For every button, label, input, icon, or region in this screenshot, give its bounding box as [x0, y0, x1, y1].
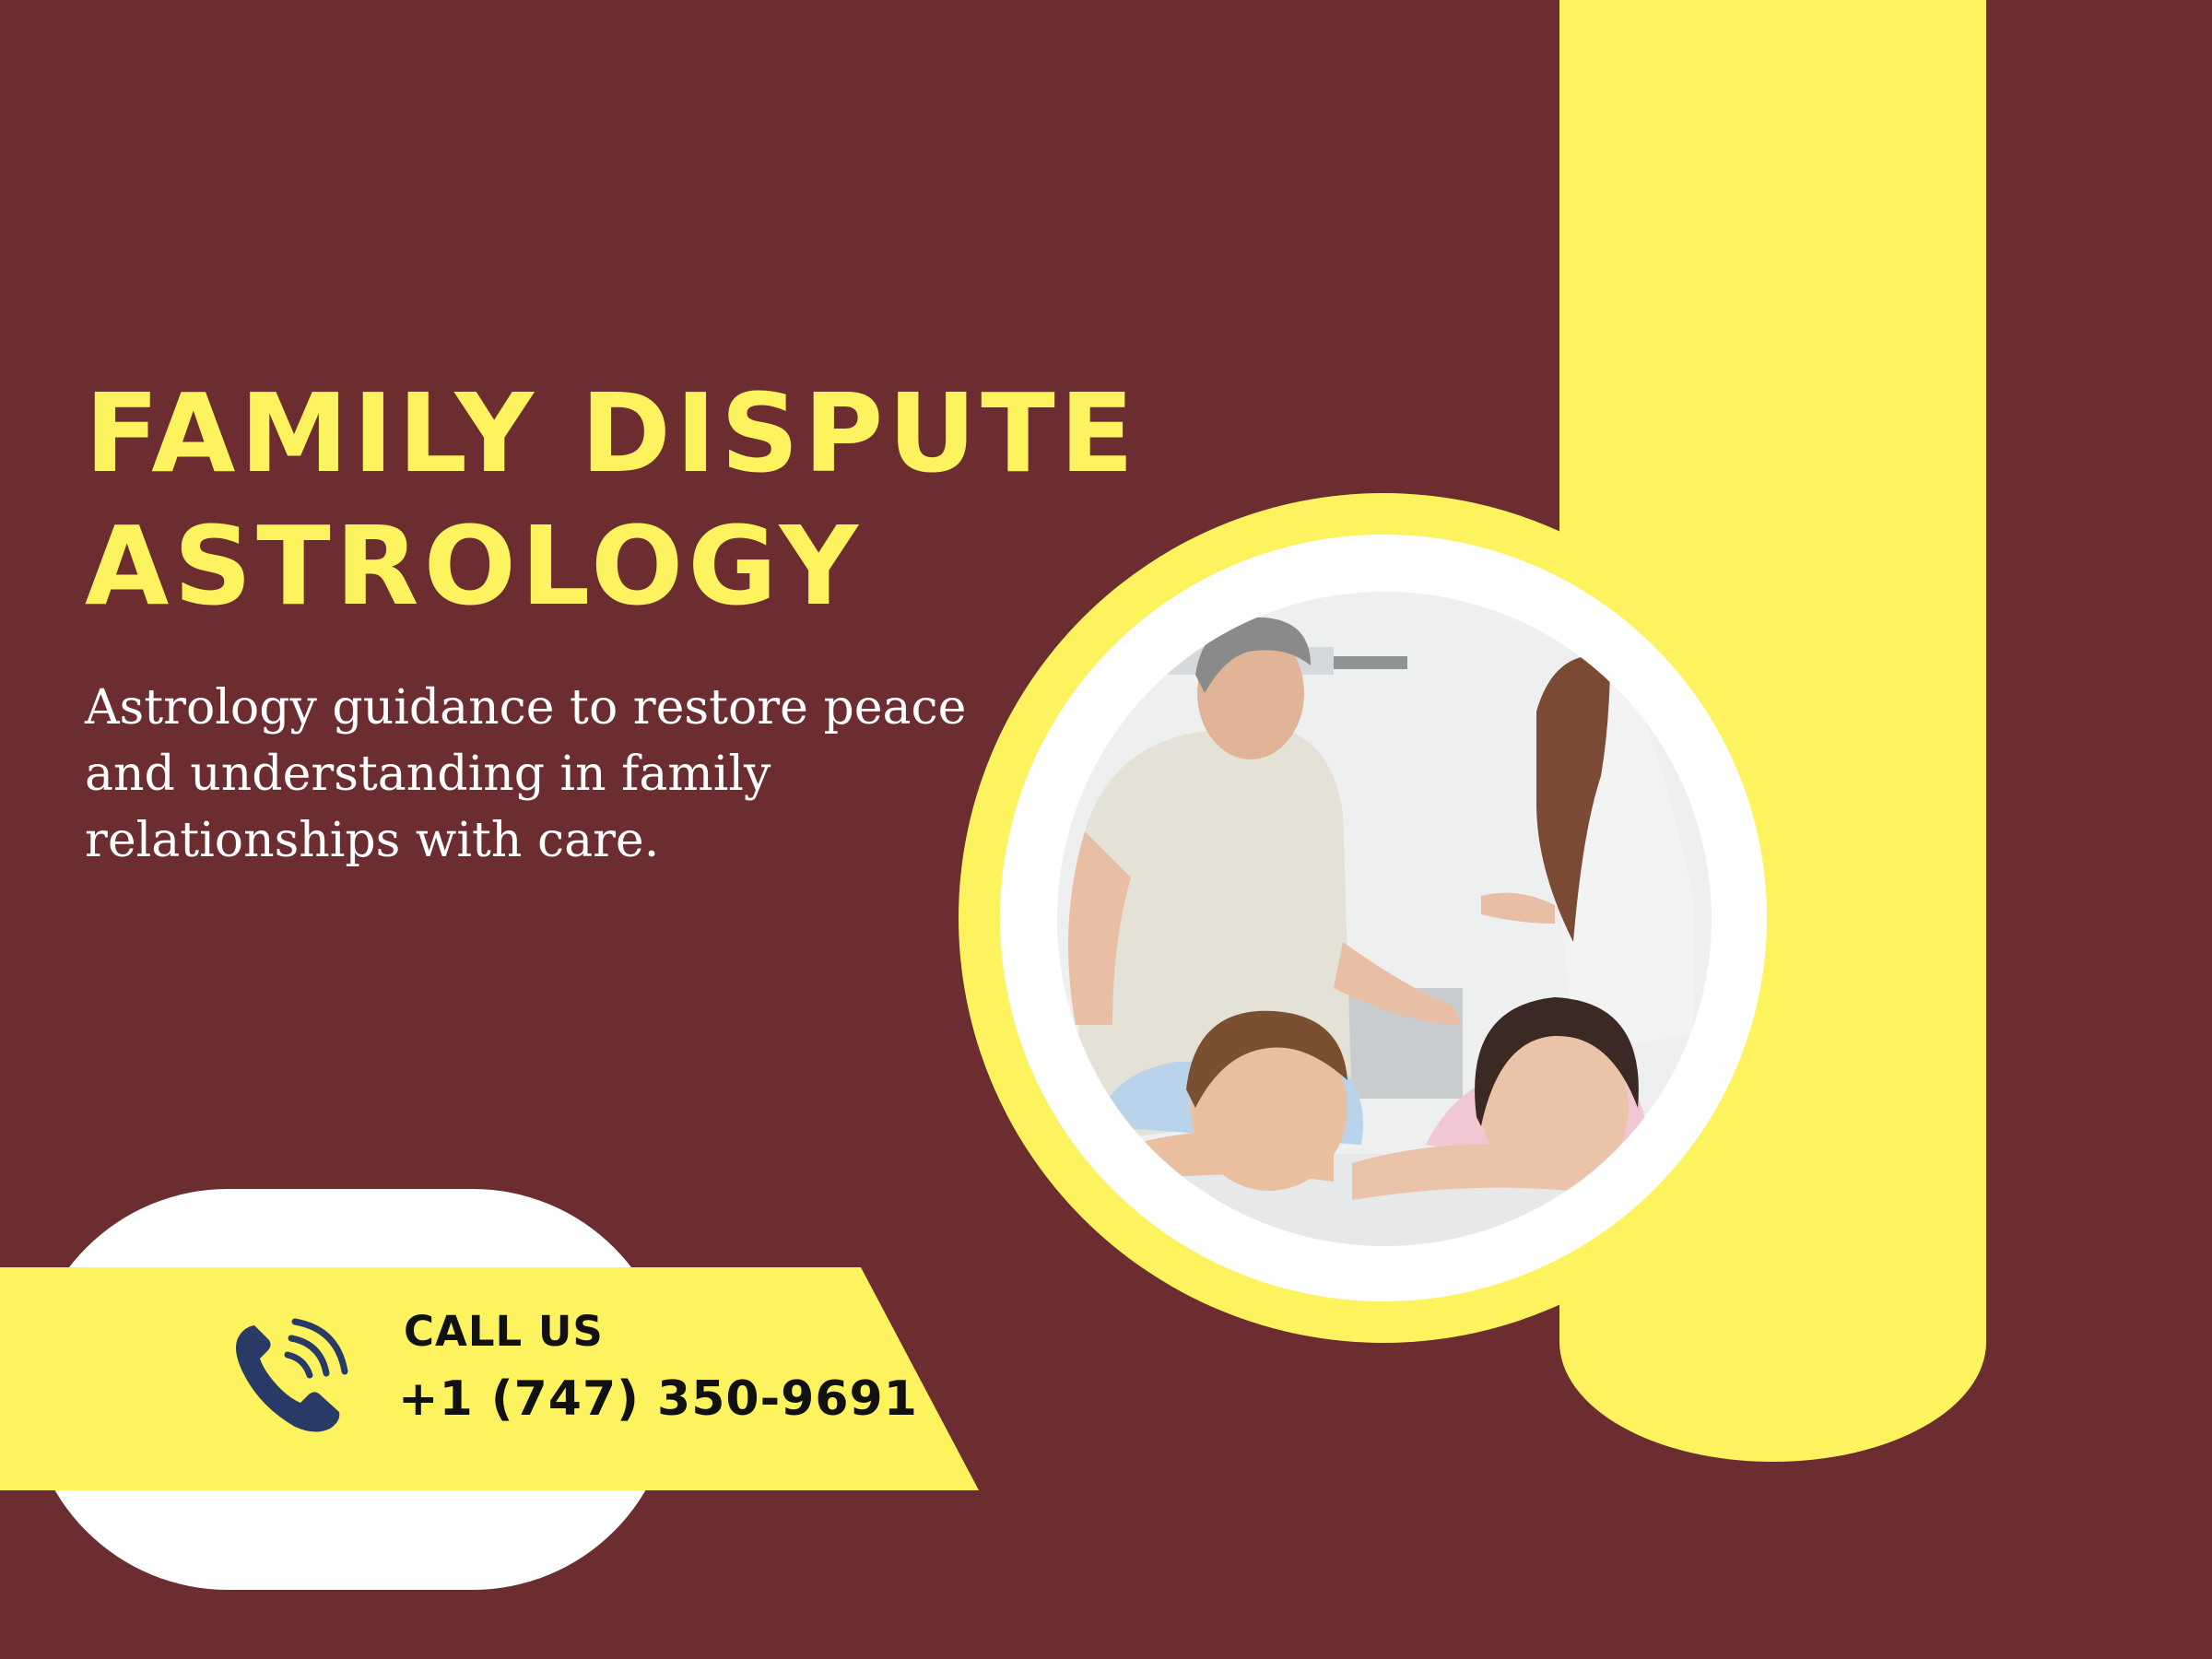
page-title: FAMILY DISPUTE ASTROLOGY — [85, 367, 1145, 632]
kitchen-shelf — [1334, 656, 1407, 669]
phone-icon[interactable] — [230, 1318, 350, 1438]
subtitle-line-1: Astrology guidance to restore peace — [85, 680, 967, 735]
subtitle-line-3: relationships with care. — [85, 813, 660, 868]
call-us-label: CALL US — [404, 1307, 604, 1356]
subtitle: Astrology guidance to restore peace and … — [85, 675, 970, 874]
subtitle-line-2: and understanding in family — [85, 747, 771, 802]
title-line-1: FAMILY DISPUTE — [85, 370, 1139, 497]
poster: FAMILY DISPUTE ASTROLOGY Astrology guida… — [0, 0, 2212, 1659]
family-dispute-photo — [1057, 592, 1712, 1246]
photo-illustration — [1057, 592, 1712, 1246]
phone-number[interactable]: +1 (747) 350-9691 — [398, 1371, 918, 1428]
title-line-2: ASTROLOGY — [85, 502, 863, 629]
